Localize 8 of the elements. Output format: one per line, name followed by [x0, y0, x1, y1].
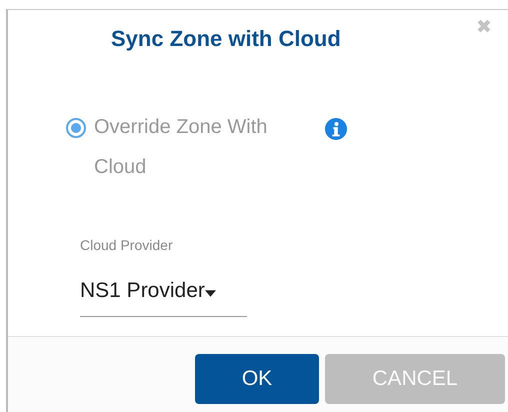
info-icon[interactable] — [325, 118, 347, 140]
ok-button[interactable]: OK — [195, 354, 319, 404]
radio-button[interactable] — [66, 118, 86, 138]
dialog-title: Sync Zone with Cloud — [111, 25, 341, 52]
field-label: Cloud Provider — [80, 237, 174, 253]
caret-icon — [204, 290, 216, 297]
provider-select[interactable]: NS1 Provider — [80, 279, 247, 317]
radio-label: Override Zone With Cloud — [94, 115, 268, 180]
